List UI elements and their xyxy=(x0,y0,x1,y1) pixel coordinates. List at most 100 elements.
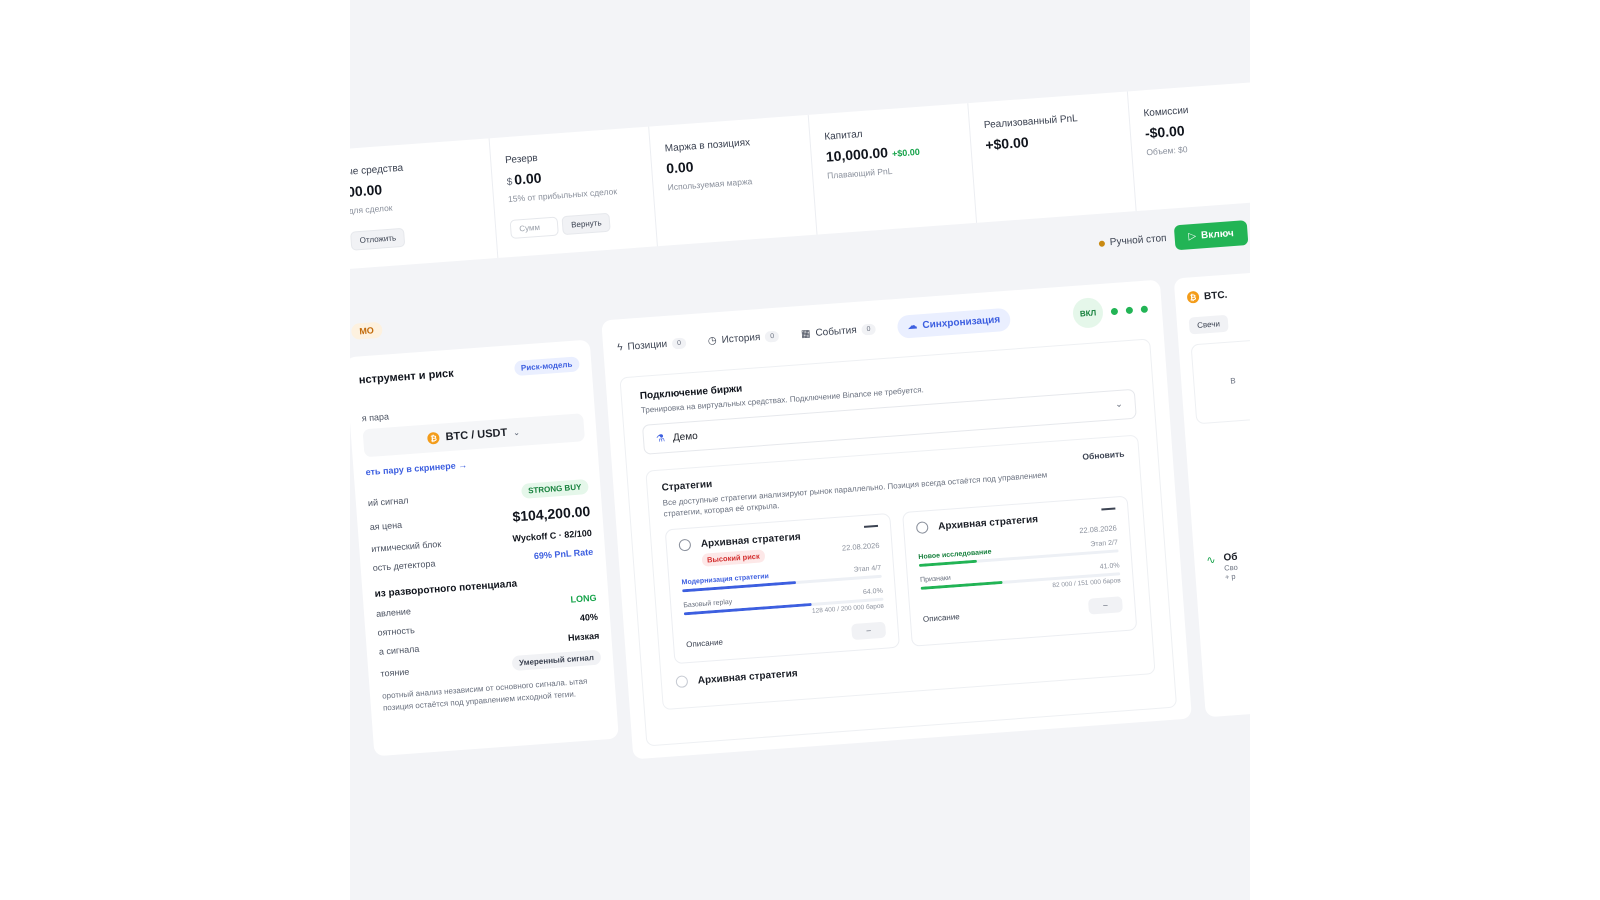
tab-events[interactable]: ▦ События 0 xyxy=(801,323,876,339)
link-label: еть пару в скринере xyxy=(365,460,456,478)
row-label: ий сигнал xyxy=(367,494,409,508)
direction-value: LONG xyxy=(570,592,597,605)
progress-row: Признаки 41.0% 82 000 / 151 000 баров xyxy=(920,563,1121,600)
stat-delta: +$0.00 xyxy=(891,146,921,159)
stat-reserve: Резерв $0.00 15% от прибыльных сделок Су… xyxy=(489,126,658,258)
target-icon xyxy=(675,675,689,689)
row-label: ость детектора xyxy=(372,558,436,573)
return-button[interactable]: Вернуть xyxy=(561,212,612,236)
chart-symbol: BTC. xyxy=(1203,289,1228,302)
candles-tab[interactable]: Свечи xyxy=(1188,314,1229,335)
progress-percent: 41.0% xyxy=(1099,562,1120,572)
target-icon xyxy=(678,539,692,552)
flask-icon: ⚗ xyxy=(655,432,666,445)
strategies-title: Стратегии xyxy=(661,478,713,494)
strategy-card[interactable]: Архивная стратегия 22.08.2026 Новое иссл… xyxy=(902,495,1138,648)
stat-label: Комиссии xyxy=(1143,105,1189,120)
stat-available-funds: ые средства 00.00 для сделок Отложить xyxy=(350,138,499,270)
tab-count: 0 xyxy=(671,336,687,349)
progress-percent: 64.0% xyxy=(862,588,884,597)
calendar-icon: ▦ xyxy=(800,327,811,340)
play-icon: ▷ xyxy=(1188,230,1197,243)
on-badge[interactable]: ВКЛ xyxy=(1071,296,1105,329)
stat-value: 10,000.00 +$0.00 xyxy=(825,139,957,165)
progress-label: Базовый replay xyxy=(683,599,733,610)
sync-content: Подключение биржи Тренировка на виртуаль… xyxy=(619,338,1178,747)
tab-positions[interactable]: ϟ Позиции 0 xyxy=(616,336,687,353)
row-label: тояние xyxy=(380,666,410,679)
status-dot-icon xyxy=(1098,240,1106,247)
bolt-icon: ϟ xyxy=(616,341,623,353)
exchange-value: Демо xyxy=(672,430,699,444)
block-value: Wyckoff C · 82/100 xyxy=(512,527,593,544)
pair-value: BTC / USDT xyxy=(445,426,508,444)
stat-margin: Маржа в позициях 0.00 Используемая маржа xyxy=(649,114,818,247)
minus-button[interactable]: − xyxy=(851,621,887,641)
signal-badge: STRONG BUY xyxy=(520,479,589,499)
stat-value: 0.00 xyxy=(665,158,695,177)
overview-sub: + р xyxy=(1224,571,1236,582)
probability-value: 40% xyxy=(579,611,599,623)
manual-stop-status: Ручной стоп xyxy=(1098,233,1167,249)
progress-label: Признаки xyxy=(919,575,952,585)
cloud-icon: ☁ xyxy=(907,319,918,332)
tab-count: 0 xyxy=(764,330,780,343)
price-value: $104,200.00 xyxy=(511,502,591,525)
tab-sync[interactable]: ☁ Синхронизация xyxy=(896,307,1011,339)
tab-label: События xyxy=(815,324,858,339)
tab-label: Позиции xyxy=(627,338,668,353)
enable-label: Включ xyxy=(1200,228,1235,242)
description-link[interactable]: Описание xyxy=(686,637,723,649)
stat-capital: Капитал 10,000.00 +$0.00 Плавающий PnL xyxy=(808,103,978,235)
strategies-section: Стратегии Обновить Все доступные стратег… xyxy=(645,434,1156,711)
main-panel: ϟ Позиции 0 ◷ История 0 ▦ События 0 ☁ Синхрониз… xyxy=(601,279,1192,760)
defer-button[interactable]: Отложить xyxy=(350,227,406,251)
tab-count: 0 xyxy=(861,323,876,336)
progress-row: Модернизация стратегии Этап 4/7 xyxy=(681,565,882,593)
status-dot-icon xyxy=(1140,305,1149,313)
strategy-card[interactable]: Архивная стратегия 22.08.2026 Высокий ри… xyxy=(664,513,901,665)
tab-label: История xyxy=(721,331,761,346)
stat-value: +$0.00 xyxy=(984,133,1030,153)
screener-link[interactable]: еть пару в скринере → xyxy=(365,451,586,477)
row-label: ая цена xyxy=(369,519,403,533)
row-label: итмический блок xyxy=(370,538,442,555)
stat-value: -$0.00 xyxy=(1144,122,1186,142)
strategy-name: Архивная стратегия xyxy=(697,668,799,687)
app-viewport: ые средства 00.00 для сделок Отложить Ре… xyxy=(350,0,1250,900)
instrument-risk-card: нструмент и риск Риск-модель я пара ₿ BT… xyxy=(350,339,619,757)
stat-sub: Используемая маржа xyxy=(667,176,753,193)
tab-history[interactable]: ◷ История 0 xyxy=(708,330,780,346)
arrow-right-icon: → xyxy=(457,459,468,471)
reversal-note: оротный анализ независим от основного си… xyxy=(381,676,588,713)
progress-row: Новое исследование Этап 2/7 xyxy=(918,540,1119,568)
row-label: оятность xyxy=(377,625,416,638)
stat-number: 10,000.00 xyxy=(825,144,889,165)
enable-button[interactable]: ▷ Включ xyxy=(1173,220,1249,251)
stat-realized-pnl: Реализованный PnL +$0.00 xyxy=(968,91,1137,223)
strategy-date: 22.08.2026 xyxy=(1079,523,1118,536)
risk-model-badge[interactable]: Риск-модель xyxy=(513,356,580,377)
refresh-button[interactable]: Обновить xyxy=(1082,449,1125,462)
chart-placeholder: В xyxy=(1230,376,1237,386)
risk-badge: Высокий риск xyxy=(701,549,766,568)
description-link[interactable]: Описание xyxy=(923,612,960,624)
progress-stage: Этап 4/7 xyxy=(853,565,882,575)
status-dot-icon xyxy=(1125,306,1134,314)
overview-item: ∿ Об Сво + р xyxy=(1206,545,1250,583)
stat-number: 0.00 xyxy=(513,169,542,188)
target-icon xyxy=(915,521,929,535)
progress-fill xyxy=(918,560,977,568)
chart-area: В xyxy=(1190,335,1250,425)
strategy-date: 22.08.2026 xyxy=(841,541,880,553)
row-label: авление xyxy=(375,606,412,619)
bitcoin-icon: ₿ xyxy=(427,431,441,445)
card-title: нструмент и риск xyxy=(358,367,455,386)
status-dot-icon xyxy=(1110,307,1119,315)
strategy-name: Архивная стратегия xyxy=(937,514,1039,533)
minus-button[interactable]: − xyxy=(1087,596,1124,616)
strategy-name: Архивная стратегия xyxy=(700,531,802,550)
amount-input[interactable]: Сумм xyxy=(509,216,559,239)
detector-value: 69% PnL Rate xyxy=(533,546,594,562)
stat-sub: Объем: $0 xyxy=(1145,144,1188,158)
